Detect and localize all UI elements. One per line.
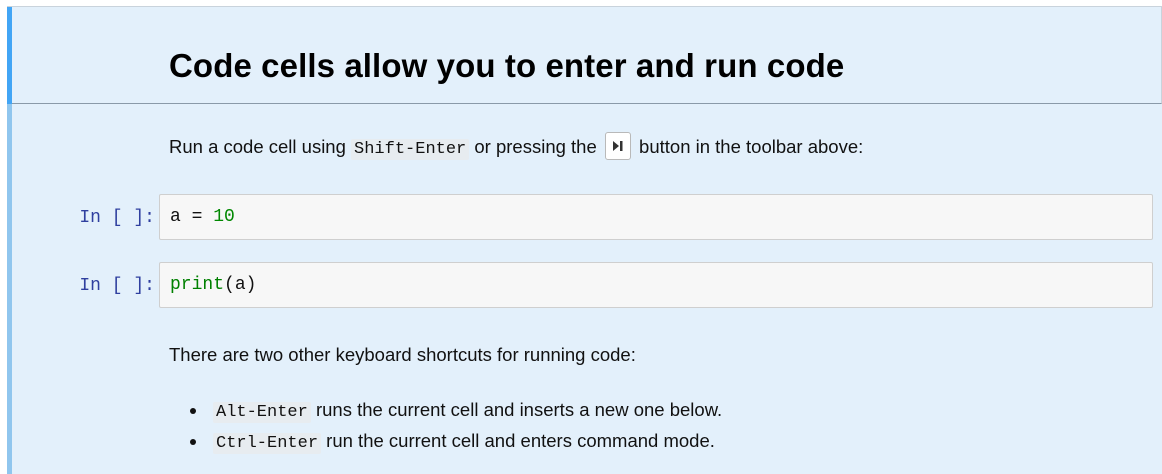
cell-2-prompt: In [ ]: xyxy=(79,276,155,296)
notebook: Code cells allow you to enter and run co… xyxy=(7,6,1162,474)
shortcut-list: Alt-Enter runs the current cell and inse… xyxy=(169,399,722,461)
intro-text-before: Run a code cell using xyxy=(169,136,352,157)
shortcut-alt-enter: Alt-Enter xyxy=(213,402,311,423)
cell-1-prompt: In [ ]: xyxy=(79,208,155,228)
run-cell-icon[interactable] xyxy=(604,132,631,160)
code-cell-2-editor[interactable]: print(a) xyxy=(159,262,1153,308)
shortcut-description: run the current cell and enters command … xyxy=(321,430,715,451)
intro-paragraph: Run a code cell using Shift-Enter or pre… xyxy=(169,132,863,160)
cell-gutter-bar xyxy=(7,104,12,474)
bullet-icon xyxy=(190,439,196,445)
other-shortcuts-intro: There are two other keyboard shortcuts f… xyxy=(169,344,636,365)
shortcut-description: runs the current cell and inserts a new … xyxy=(310,399,723,420)
code-line: print(a) xyxy=(170,275,256,295)
code-cell-1-editor[interactable]: a = 10 xyxy=(159,194,1153,240)
list-item: Alt-Enter runs the current cell and inse… xyxy=(169,399,722,430)
selected-cell-indicator xyxy=(7,7,12,105)
code-number: 10 xyxy=(213,207,235,227)
shortcut-shift-enter: Shift-Enter xyxy=(351,139,470,160)
intro-text-after: button in the toolbar above: xyxy=(633,136,864,157)
code-text-rest: (a) xyxy=(224,275,257,295)
list-item: Ctrl-Enter run the current cell and ente… xyxy=(169,430,722,461)
intro-text-middle: or pressing the xyxy=(469,136,602,157)
code-text-var: a = xyxy=(170,207,214,227)
shortcut-ctrl-enter: Ctrl-Enter xyxy=(213,433,322,454)
bullet-icon xyxy=(190,408,196,414)
markdown-cell-heading[interactable]: Code cells allow you to enter and run co… xyxy=(7,6,1162,105)
code-builtin: print xyxy=(170,275,225,295)
page-title: Code cells allow you to enter and run co… xyxy=(169,47,845,84)
code-line: a = 10 xyxy=(170,207,235,227)
